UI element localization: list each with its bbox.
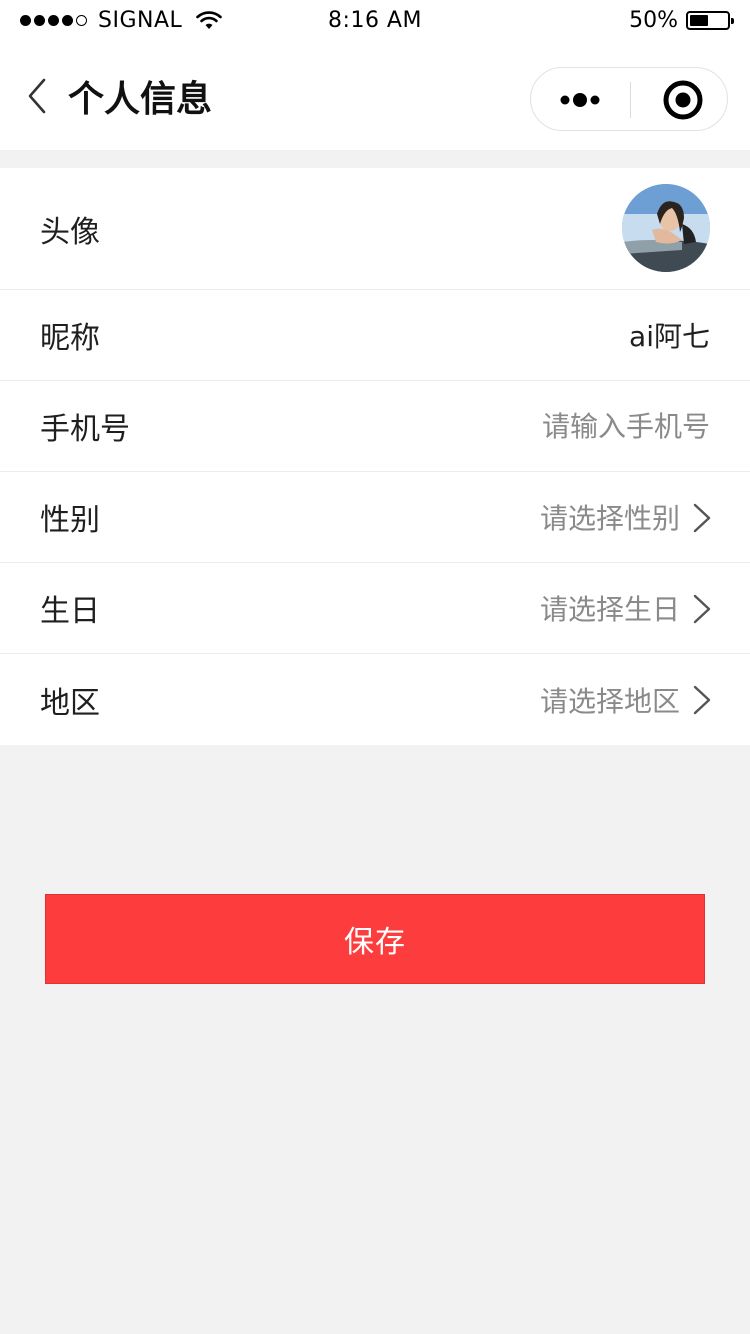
battery-percent: 50% xyxy=(629,8,678,33)
chevron-right-icon xyxy=(693,685,711,715)
avatar-label: 头像 xyxy=(40,214,100,250)
region-label: 地区 xyxy=(40,685,100,721)
navigation-bar: 个人信息 xyxy=(0,40,750,150)
chevron-right-icon xyxy=(693,594,711,624)
nickname-value: ai阿七 xyxy=(629,320,710,353)
battery-tip xyxy=(731,18,734,24)
region-select[interactable]: 请选择地区 xyxy=(540,654,680,745)
target-close-icon xyxy=(663,80,703,120)
battery-fill xyxy=(690,15,708,26)
phone-label: 手机号 xyxy=(40,412,130,447)
phone-input[interactable] xyxy=(350,403,710,449)
gender-select[interactable]: 请选择性别 xyxy=(540,472,680,562)
page-title: 个人信息 xyxy=(68,79,213,120)
birthday-label: 生日 xyxy=(40,594,100,629)
birthday-row[interactable]: 生日 请选择生日 xyxy=(0,563,750,654)
region-row[interactable]: 地区 请选择地区 xyxy=(0,654,750,745)
chevron-left-icon xyxy=(28,78,46,114)
gender-row[interactable]: 性别 请选择性别 xyxy=(0,472,750,563)
status-right: 50% xyxy=(629,8,734,33)
back-button[interactable] xyxy=(24,76,54,116)
avatar-photo xyxy=(622,184,710,272)
battery-icon xyxy=(686,11,734,30)
more-dots-icon xyxy=(560,93,600,107)
close-button[interactable] xyxy=(631,68,728,130)
more-button[interactable] xyxy=(531,68,630,130)
gender-label: 性别 xyxy=(40,503,100,538)
mini-program-capsule xyxy=(530,67,728,131)
nickname-label: 昵称 xyxy=(40,321,100,356)
avatar[interactable] xyxy=(622,184,710,272)
nickname-row[interactable]: 昵称 ai阿七 xyxy=(0,290,750,381)
status-bar: SIGNAL 8:16 AM 50% xyxy=(0,0,750,40)
birthday-select[interactable]: 请选择生日 xyxy=(540,563,680,653)
phone-row[interactable]: 手机号 xyxy=(0,381,750,472)
save-button[interactable]: 保存 xyxy=(45,894,705,984)
avatar-row[interactable]: 头像 xyxy=(0,168,750,290)
profile-form: 头像 昵称 ai阿七 手机号 性别 请选择性别 生日 请选择 xyxy=(0,168,750,745)
chevron-right-icon xyxy=(693,503,711,533)
